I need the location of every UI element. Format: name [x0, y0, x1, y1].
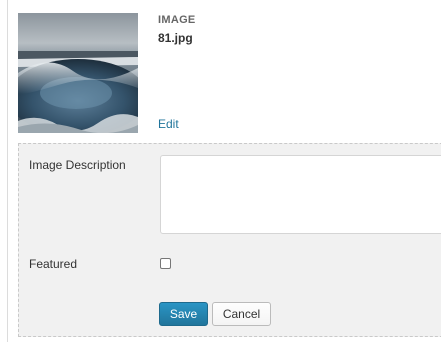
- image-description-label: Image Description: [29, 158, 126, 172]
- featured-checkbox[interactable]: [160, 258, 171, 269]
- file-name: 81.jpg: [158, 31, 193, 45]
- save-button[interactable]: Save: [159, 302, 208, 326]
- file-type-label: IMAGE: [158, 14, 196, 26]
- featured-label: Featured: [29, 257, 78, 271]
- divider: [7, 0, 8, 342]
- edit-link[interactable]: Edit: [158, 117, 179, 131]
- attachment-editor: IMAGE 81.jpg Edit Image Description Feat…: [0, 0, 441, 342]
- cancel-button[interactable]: Cancel: [212, 302, 271, 326]
- image-thumbnail: [18, 13, 138, 133]
- image-description-input[interactable]: [160, 155, 441, 234]
- hot-spring-photo-icon: [18, 13, 138, 133]
